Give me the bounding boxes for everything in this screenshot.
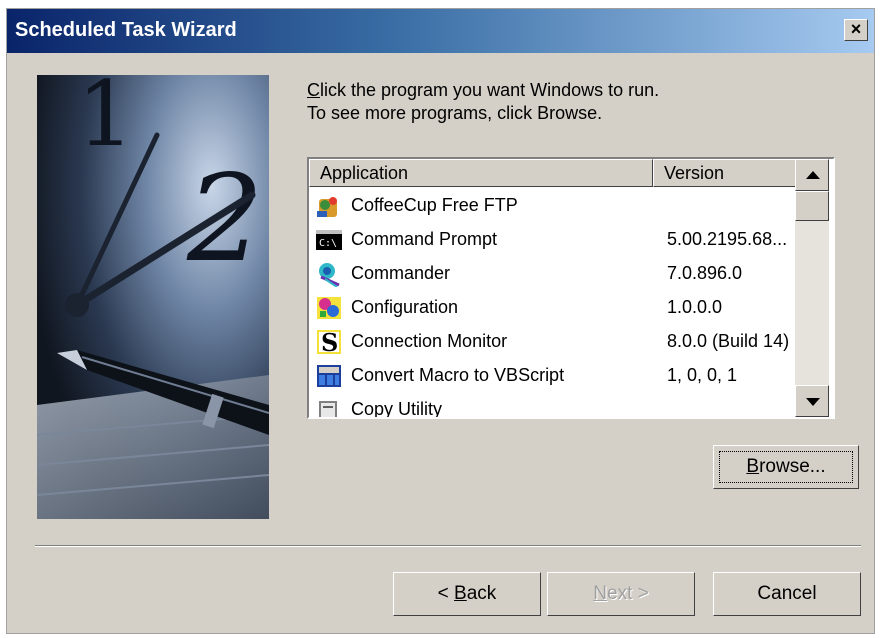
list-item[interactable]: C:\ Command Prompt 5.00.2195.68... [309,223,829,257]
list-item[interactable]: CoffeeCup Free FTP [309,189,829,223]
list-item-version: 1.0.0.0 [667,297,723,317]
list-header: Application Version [309,159,829,187]
scroll-down-button[interactable] [795,385,829,417]
title-bar: Scheduled Task Wizard × [7,9,874,53]
connection-monitor-icon: S [317,329,341,355]
cancel-button[interactable]: Cancel [713,572,861,616]
copy-utility-icon [319,401,337,417]
column-header-application[interactable]: Application [309,159,653,187]
back-button[interactable]: < Back [393,572,541,616]
svg-text:C:\: C:\ [319,238,337,249]
list-item-name: Connection Monitor [351,331,508,351]
browse-button[interactable]: Browse... [713,445,859,489]
list-item-name: Convert Macro to VBScript [351,365,565,385]
back-arrow: < [437,583,455,604]
instruction-line-1: Click the program you want Windows to ru… [307,79,659,102]
list-item-name: Configuration [351,297,459,317]
mnemonic-char: B [454,583,467,604]
wizard-side-image: 2 1 [37,75,269,519]
list-item-version: 7.0.896.0 [667,263,743,283]
scroll-thumb[interactable] [795,191,829,221]
vbscript-icon [317,365,341,387]
list-item-version: 8.0.0 (Build 14) [667,331,790,351]
list-item-name: Commander [351,263,451,283]
arrow-up-icon [806,171,820,179]
clock-pen-illustration: 2 1 [37,75,269,519]
list-item-name: Copy Utility [351,399,443,419]
close-button[interactable]: × [844,19,868,41]
coffeecup-icon [317,197,337,217]
mnemonic-char: N [593,583,607,604]
separator-line [35,545,861,547]
svg-text:2: 2 [186,150,263,289]
next-button[interactable]: Next > [547,572,695,616]
commander-icon [319,263,340,287]
svg-text:S: S [321,329,338,355]
arrow-down-icon [806,398,820,406]
command-prompt-icon: C:\ [316,230,342,250]
list-item[interactable]: Convert Macro to VBScript 1, 0, 0, 1 [309,359,829,393]
list-item-version: 1, 0, 0, 1 [667,365,738,385]
instruction-line-1-text: lick the program you want Windows to run… [320,80,660,100]
list-item-version: 5.00.2195.68... [667,229,788,249]
list-rows: CoffeeCup Free FTP C:\ Command Prompt 5.… [309,189,829,419]
list-item[interactable]: Commander 7.0.896.0 [309,257,829,291]
vertical-scrollbar[interactable] [795,159,829,417]
configuration-icon [317,297,341,319]
list-item[interactable]: Configuration 1.0.0.0 [309,291,829,325]
wizard-window: Scheduled Task Wizard × 2 1 Click the pr… [6,8,875,634]
list-item[interactable]: S Connection Monitor 8.0.0 (Build 14) [309,325,829,359]
list-item-name: CoffeeCup Free FTP [351,195,518,215]
window-title: Scheduled Task Wizard [15,19,237,41]
mnemonic-char: C [307,80,320,100]
focus-rectangle [719,451,853,483]
scroll-up-button[interactable] [795,159,829,191]
next-label: ext > [607,583,649,604]
back-label: ack [466,583,497,604]
svg-text:1: 1 [77,75,134,167]
instructions-text: Click the program you want Windows to ru… [307,79,659,125]
list-item-name: Command Prompt [351,229,498,249]
list-item[interactable]: Copy Utility [309,393,829,419]
program-list[interactable]: Application Version CoffeeCup Free FTP C… [307,157,835,419]
close-icon: × [850,19,862,39]
instruction-line-2: To see more programs, click Browse. [307,103,603,123]
